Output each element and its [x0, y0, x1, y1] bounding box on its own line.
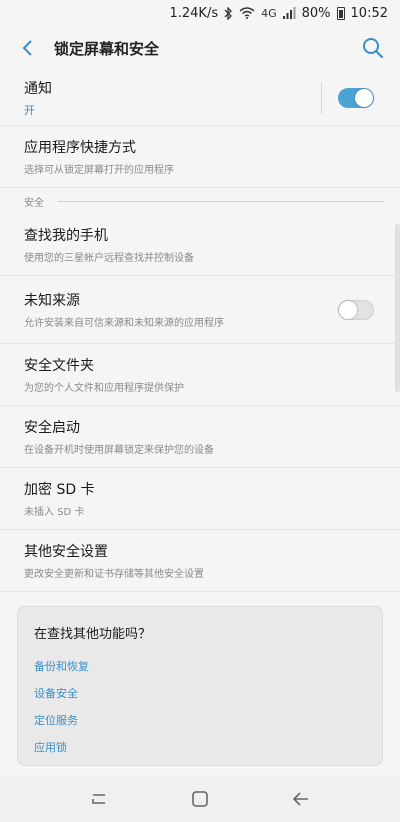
item-subtitle: 为您的个人文件和应用程序提供保护: [24, 383, 184, 394]
network-type-label: 4G: [261, 6, 277, 20]
item-subtitle: 使用您的三星帐户远程查找并控制设备: [24, 253, 194, 264]
section-label: 安全: [24, 197, 44, 209]
item-subtitle: 未插入 SD 卡: [24, 507, 85, 518]
item-subtitle: 更改安全更新和证书存储等其他安全设置: [24, 569, 204, 580]
item-title: 应用程序快捷方式: [24, 140, 136, 156]
signal-icon: [282, 7, 296, 19]
list-item-find-my-phone[interactable]: 查找我的手机 使用您的三星帐户远程查找并控制设备: [0, 214, 400, 276]
link-location-services[interactable]: 定位服务: [34, 712, 366, 739]
recents-icon[interactable]: [79, 779, 119, 819]
bluetooth-icon: [224, 6, 233, 20]
back-icon[interactable]: [281, 779, 321, 819]
item-title: 安全文件夹: [24, 358, 94, 374]
wifi-icon: [239, 7, 255, 19]
notifications-toggle[interactable]: [338, 88, 374, 108]
link-device-security[interactable]: 设备安全: [34, 685, 366, 712]
app-bar: 锁定屏幕和安全: [0, 26, 400, 70]
settings-list: 通知 开 应用程序快捷方式 选择可从锁定屏幕打开的应用程序 安全 查找我的手机 …: [0, 70, 400, 592]
item-subtitle: 选择可从锁定屏幕打开的应用程序: [24, 165, 174, 176]
divider: [321, 82, 322, 114]
item-subtitle: 在设备开机时使用屏幕锁定来保护您的设备: [24, 445, 214, 456]
network-speed: 1.24K/s: [169, 5, 219, 21]
clock: 10:52: [350, 5, 388, 21]
section-divider: [58, 201, 384, 202]
navigation-bar: [0, 776, 400, 822]
item-title: 其他安全设置: [24, 544, 108, 560]
list-item-unknown-sources[interactable]: 未知来源 允许安装来自可信来源和未知来源的应用程序: [0, 276, 400, 344]
battery-icon: [336, 6, 345, 20]
unknown-sources-toggle[interactable]: [338, 300, 374, 320]
item-title: 通知: [24, 80, 52, 97]
list-item-secure-folder[interactable]: 安全文件夹 为您的个人文件和应用程序提供保护: [0, 344, 400, 406]
suggestion-card: 在查找其他功能吗？ 备份和恢复 设备安全 定位服务 应用锁: [17, 606, 383, 766]
card-title: 在查找其他功能吗？: [34, 627, 152, 642]
item-subtitle: 开: [24, 103, 35, 117]
battery-percent: 80%: [301, 5, 331, 21]
page-title: 锁定屏幕和安全: [54, 39, 160, 58]
list-item-encrypt-sd[interactable]: 加密 SD 卡 未插入 SD 卡: [0, 468, 400, 530]
item-title: 加密 SD 卡: [24, 482, 95, 498]
toggle-knob: [355, 89, 373, 107]
list-item-other-security[interactable]: 其他安全设置 更改安全更新和证书存储等其他安全设置: [0, 530, 400, 592]
item-subtitle: 允许安装来自可信来源和未知来源的应用程序: [24, 318, 224, 329]
status-bar: 1.24K/s 4G 80% 10:52: [0, 0, 400, 26]
item-title: 未知来源: [24, 293, 80, 309]
back-arrow-icon[interactable]: [8, 26, 48, 70]
list-item-app-shortcuts[interactable]: 应用程序快捷方式 选择可从锁定屏幕打开的应用程序: [0, 126, 400, 188]
section-header-security: 安全: [0, 188, 400, 214]
link-backup-restore[interactable]: 备份和恢复: [34, 658, 366, 685]
toggle-knob: [339, 301, 357, 319]
list-item-notifications[interactable]: 通知 开: [0, 70, 400, 126]
scrollbar[interactable]: [395, 224, 400, 392]
search-icon[interactable]: [360, 35, 386, 61]
list-item-secure-startup[interactable]: 安全启动 在设备开机时使用屏幕锁定来保护您的设备: [0, 406, 400, 468]
item-title: 安全启动: [24, 420, 80, 436]
home-icon[interactable]: [180, 779, 220, 819]
item-title: 查找我的手机: [24, 228, 108, 244]
link-app-lock[interactable]: 应用锁: [34, 739, 366, 766]
